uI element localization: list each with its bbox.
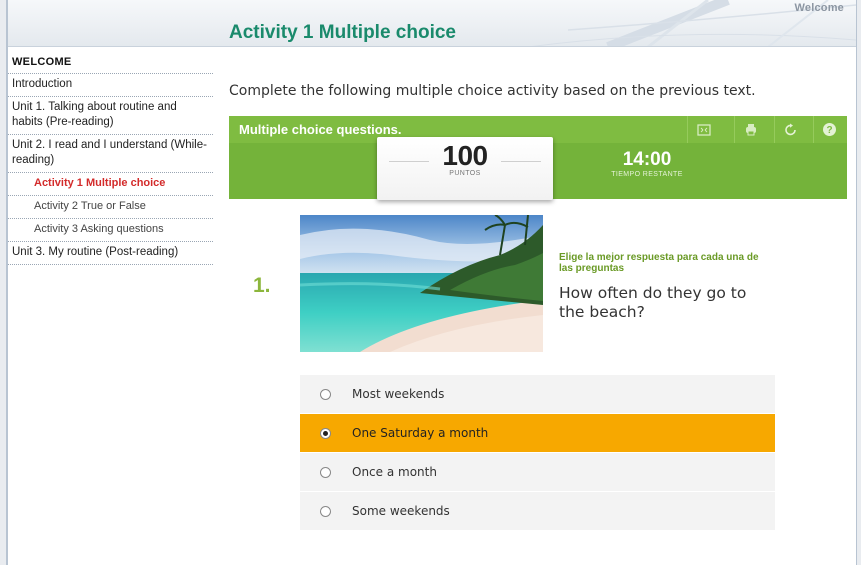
timer: 14:00 TIEMPO RESTANTE [603, 149, 691, 178]
answer-option[interactable]: Some weekends [300, 492, 775, 531]
fullscreen-button[interactable] [687, 116, 719, 143]
sidebar-item-unit-1[interactable]: Unit 1. Talking about routine and habits… [8, 97, 213, 135]
timer-label: TIEMPO RESTANTE [611, 171, 683, 178]
sidebar-item-label: Unit 1. Talking about routine and habits… [12, 101, 177, 128]
window-right-border [856, 0, 861, 565]
print-icon [745, 124, 756, 136]
sidebar-item-label: Unit 2. I read and I understand (While-r… [12, 139, 207, 166]
radio-button[interactable] [320, 505, 331, 517]
sidebar-item-unit-3[interactable]: Unit 3. My routine (Post-reading) [8, 242, 213, 265]
sidebar-item-activity-3[interactable]: Activity 3 Asking questions [8, 219, 213, 242]
answer-option-label: Once a month [352, 465, 437, 479]
answer-option-label: One Saturday a month [352, 426, 489, 440]
quiz-title: Multiple choice questions. [239, 122, 402, 137]
score-card: 100 PUNTOS [377, 137, 553, 200]
beach-photo [300, 215, 543, 352]
svg-text:?: ? [826, 125, 832, 136]
sidebar-item-label: Activity 1 Multiple choice [34, 177, 166, 189]
question-number: 1. [253, 274, 271, 297]
sidebar-item-introduction[interactable]: Introduction [8, 74, 213, 97]
sidebar-item-unit-2[interactable]: Unit 2. I read and I understand (While-r… [8, 135, 213, 173]
sidebar-item-label: Unit 3. My routine (Post-reading) [12, 246, 179, 258]
score-label: PUNTOS [449, 170, 481, 177]
answer-option[interactable]: Once a month [300, 453, 775, 492]
page-title: Activity 1 Multiple choice [229, 22, 456, 43]
reload-icon [784, 123, 796, 135]
sidebar-item-label: Activity 2 True or False [34, 200, 146, 212]
sidebar-item-label: Activity 3 Asking questions [34, 223, 164, 235]
beach-photo-illustration [300, 215, 543, 352]
page-header: Welcome Activity 1 Multiple choice [8, 0, 856, 47]
answer-option-selected[interactable]: One Saturday a month [300, 414, 775, 453]
instructions-text: Complete the following multiple choice a… [229, 83, 756, 99]
radio-button[interactable] [320, 466, 331, 478]
sidebar-nav: WELCOME Introduction Unit 1. Talking abo… [8, 47, 213, 265]
sidebar-item-label: Introduction [12, 78, 73, 90]
answer-options: Most weekends One Saturday a month Once … [300, 375, 775, 531]
answer-option-label: Some weekends [352, 504, 450, 518]
sidebar-heading[interactable]: WELCOME [8, 47, 213, 74]
answer-option-label: Most weekends [352, 387, 445, 401]
quiz-header: Multiple choice questions. ? 14:00 TIEMP… [229, 116, 847, 200]
print-button[interactable] [734, 116, 766, 143]
sidebar-item-activity-2[interactable]: Activity 2 True or False [8, 196, 213, 219]
welcome-corner-label: Welcome [794, 2, 844, 14]
question-hint: Elige la mejor respuesta para cada una d… [559, 252, 759, 274]
answer-option[interactable]: Most weekends [300, 375, 775, 414]
sidebar-item-activity-1[interactable]: Activity 1 Multiple choice [8, 173, 213, 196]
help-icon: ? [823, 123, 836, 136]
fullscreen-icon [696, 123, 711, 136]
question-text: How often do they go to the beach? [559, 284, 747, 321]
score-divider-left [389, 161, 429, 162]
sidebar-heading-label: WELCOME [12, 56, 72, 68]
radio-button-checked[interactable] [320, 427, 331, 439]
score-divider-right [501, 161, 541, 162]
window-left-border [0, 0, 8, 565]
radio-button[interactable] [320, 388, 331, 400]
help-button[interactable]: ? [813, 116, 845, 143]
score-value: 100 [442, 140, 488, 171]
timer-value: 14:00 [622, 149, 672, 170]
reload-button[interactable] [774, 116, 806, 143]
